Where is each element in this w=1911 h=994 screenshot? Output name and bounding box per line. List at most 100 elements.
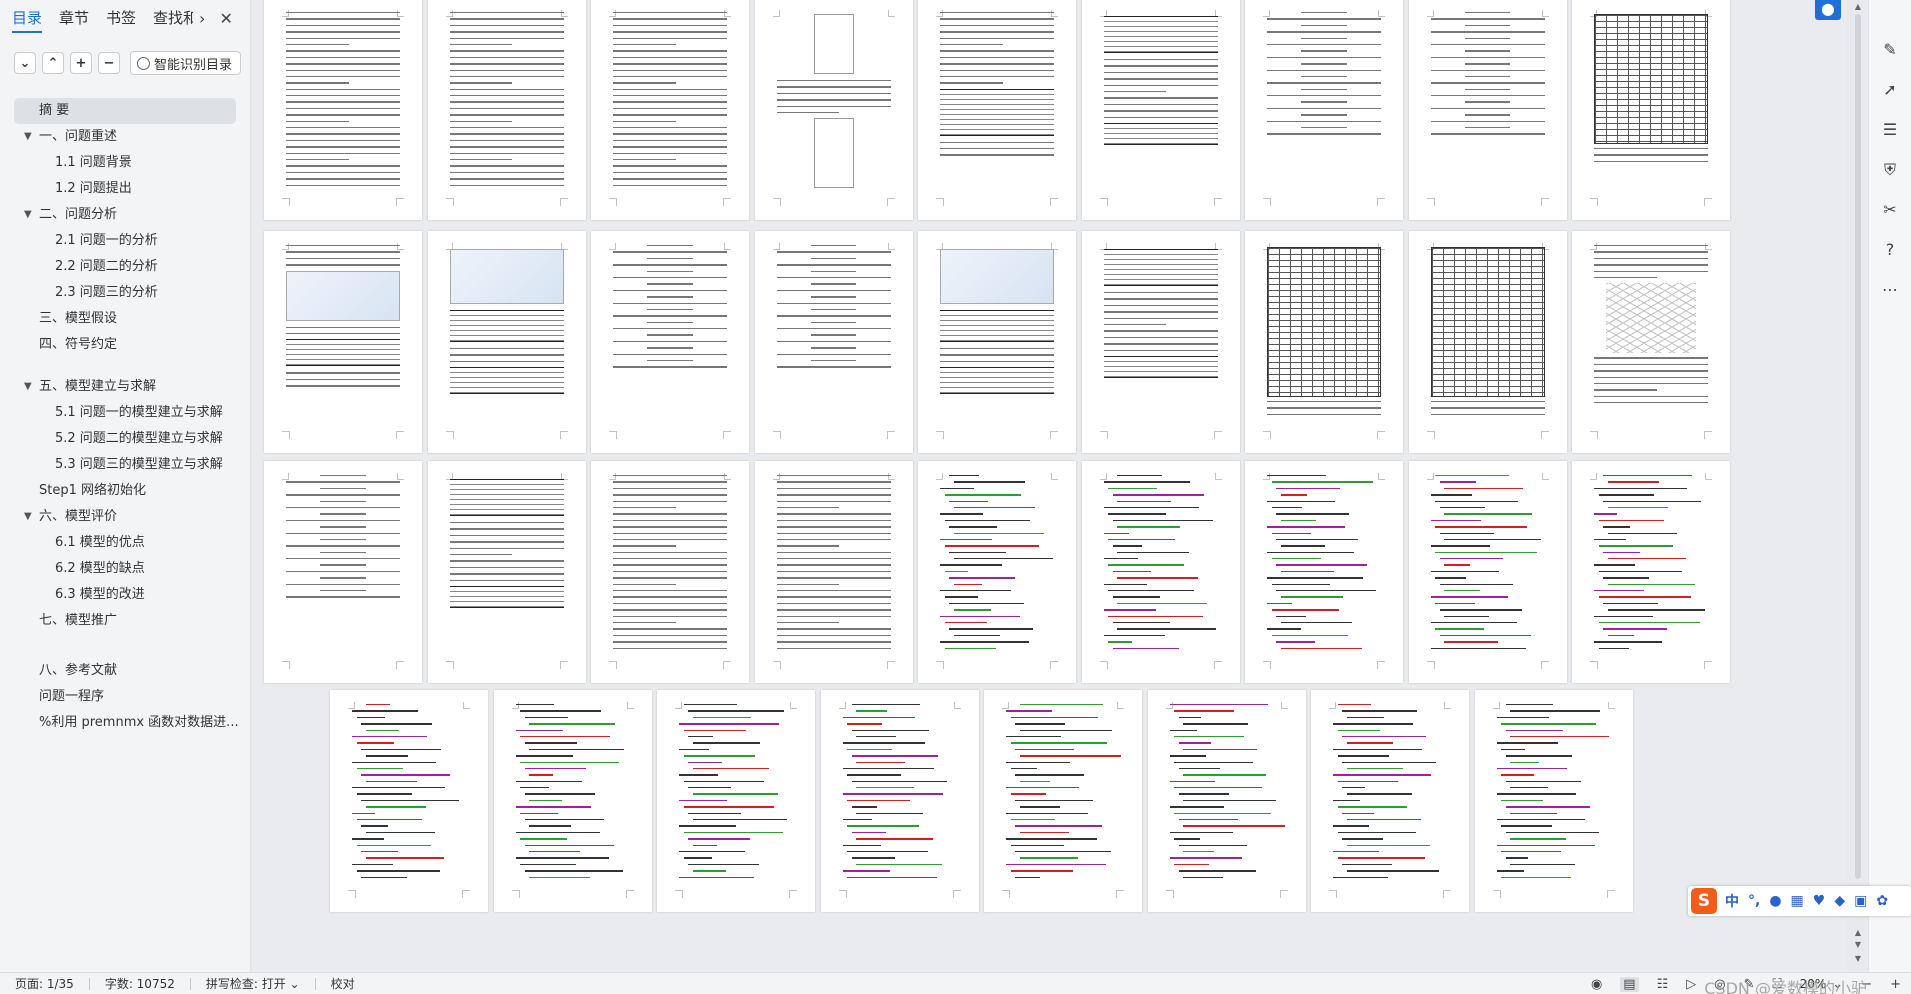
location-pin-icon[interactable]: ⬤ bbox=[1815, 0, 1841, 20]
plus-icon[interactable]: + bbox=[70, 52, 92, 74]
toc-item[interactable]: 5.3 问题三的模型建立与求解 bbox=[0, 452, 250, 478]
ime-lang-toggle[interactable]: 中 bbox=[1725, 891, 1739, 911]
page-thumbnail[interactable] bbox=[330, 690, 488, 912]
skin-icon[interactable]: ♥ bbox=[1813, 893, 1826, 909]
toc-item[interactable]: 三、模型假设 bbox=[0, 306, 250, 332]
page-view-icon[interactable]: ▤ bbox=[1620, 976, 1639, 992]
page-thumbnail[interactable] bbox=[1474, 690, 1633, 912]
toc-item[interactable]: 七、模型推广 bbox=[0, 608, 250, 634]
caret-down-icon[interactable]: ▼ bbox=[24, 202, 32, 228]
caret-down-icon[interactable]: ▼ bbox=[24, 504, 32, 530]
play-icon[interactable]: ▷ bbox=[1686, 977, 1696, 992]
document-canvas[interactable] bbox=[252, 0, 1847, 972]
scroll-down-icon[interactable]: ▼ bbox=[1852, 954, 1864, 963]
toc-item[interactable]: 问题一程序 bbox=[0, 684, 250, 710]
page-thumbnail[interactable] bbox=[591, 231, 749, 453]
proofread-button[interactable]: 校对 bbox=[331, 975, 355, 992]
ime-punct-toggle[interactable]: °, bbox=[1748, 893, 1760, 909]
page-thumbnail[interactable] bbox=[820, 690, 979, 912]
page-thumbnail[interactable] bbox=[591, 0, 749, 220]
scroll-up-icon[interactable]: ▲ bbox=[1852, 928, 1864, 937]
page-thumbnail[interactable] bbox=[1311, 690, 1469, 912]
zoom-in-icon[interactable]: + bbox=[1890, 977, 1901, 992]
settings-icon[interactable]: ✿ bbox=[1876, 893, 1888, 909]
page-thumbnail[interactable] bbox=[918, 231, 1076, 453]
page-thumbnail[interactable] bbox=[1081, 0, 1240, 220]
page-thumbnail[interactable] bbox=[427, 231, 586, 453]
page-thumbnail[interactable] bbox=[918, 0, 1076, 220]
page-thumbnail[interactable] bbox=[1572, 231, 1730, 453]
page-thumbnail[interactable] bbox=[264, 461, 422, 683]
page-thumbnail[interactable] bbox=[1081, 231, 1240, 453]
vertical-scrollbar[interactable]: ▲ ▲ ▼ ▼ bbox=[1852, 0, 1864, 972]
tab-find-replace[interactable]: 查找和 bbox=[153, 0, 193, 36]
page-thumbnail[interactable] bbox=[493, 690, 652, 912]
scrollbar-thumb[interactable] bbox=[1855, 14, 1861, 879]
keyboard-icon[interactable]: ▦ bbox=[1791, 893, 1804, 909]
scroll-down-icon[interactable]: ▼ bbox=[1852, 940, 1864, 949]
page-thumbnail[interactable] bbox=[1408, 0, 1567, 220]
sliders-icon[interactable]: ☰ bbox=[1880, 120, 1900, 140]
page-thumbnail[interactable] bbox=[1408, 231, 1567, 453]
pen-icon[interactable]: ✎ bbox=[1880, 40, 1900, 60]
toc-item[interactable]: Step1 网络初始化 bbox=[0, 478, 250, 504]
toc-item[interactable]: ▼ 二、问题分析 bbox=[0, 202, 250, 228]
minus-icon[interactable]: − bbox=[98, 52, 120, 74]
tab-chapters[interactable]: 章节 bbox=[59, 0, 89, 36]
tab-bookmarks[interactable]: 书签 bbox=[106, 0, 136, 36]
page-thumbnail[interactable] bbox=[1408, 461, 1567, 683]
toc-item[interactable]: ▼ 一、问题重述 bbox=[0, 124, 250, 150]
page-thumbnail[interactable] bbox=[754, 231, 913, 453]
chevron-up-icon[interactable]: ⌃ bbox=[42, 52, 64, 74]
smart-toc-button[interactable]: 智能识别目录 bbox=[130, 51, 242, 75]
page-thumbnail[interactable] bbox=[1245, 0, 1403, 220]
toc-item[interactable]: ▼ 六、模型评价 bbox=[0, 504, 250, 530]
page-thumbnail[interactable] bbox=[427, 0, 586, 220]
close-icon[interactable]: ✕ bbox=[219, 9, 232, 28]
page-thumbnail[interactable] bbox=[754, 461, 913, 683]
shield-icon[interactable]: ⛨ bbox=[1880, 160, 1900, 180]
toc-item[interactable]: 1.1 问题背景 bbox=[0, 150, 250, 176]
toc-item[interactable]: 摘 要 bbox=[14, 98, 236, 124]
page-thumbnail[interactable] bbox=[264, 231, 422, 453]
game-icon[interactable]: ◆ bbox=[1834, 893, 1845, 909]
tab-toc[interactable]: 目录 bbox=[12, 0, 43, 36]
caret-down-icon[interactable]: ▼ bbox=[24, 124, 32, 150]
caret-down-icon[interactable]: ▼ bbox=[24, 374, 32, 400]
ime-logo[interactable]: S bbox=[1691, 888, 1717, 914]
spell-check-toggle[interactable]: 拼写检查: 打开 ⌄ bbox=[206, 975, 300, 992]
page-indicator[interactable]: 页面: 1/35 bbox=[15, 975, 74, 992]
page-thumbnail[interactable] bbox=[264, 0, 422, 220]
toc-item[interactable]: 5.2 问题二的模型建立与求解 bbox=[0, 426, 250, 452]
toc-item[interactable]: 1.2 问题提出 bbox=[0, 176, 250, 202]
page-thumbnail[interactable] bbox=[1572, 0, 1730, 220]
tools-icon[interactable]: ✂ bbox=[1880, 200, 1900, 220]
page-thumbnail[interactable] bbox=[1572, 461, 1730, 683]
chevron-right-icon[interactable]: › bbox=[199, 9, 205, 28]
page-thumbnail[interactable] bbox=[754, 0, 913, 220]
eye-icon[interactable]: ◉ bbox=[1591, 977, 1602, 992]
microphone-icon[interactable]: ● bbox=[1769, 893, 1781, 909]
toc-item[interactable]: 八、参考文献 bbox=[0, 658, 250, 684]
page-thumbnail[interactable] bbox=[1147, 690, 1306, 912]
page-thumbnail[interactable] bbox=[984, 690, 1142, 912]
toc-item[interactable]: 6.1 模型的优点 bbox=[0, 530, 250, 556]
page-thumbnail[interactable] bbox=[1245, 461, 1403, 683]
page-thumbnail[interactable] bbox=[1081, 461, 1240, 683]
more-icon[interactable]: ⋯ bbox=[1880, 280, 1900, 300]
page-thumbnail[interactable] bbox=[591, 461, 749, 683]
apps-icon[interactable]: ▣ bbox=[1854, 893, 1867, 909]
toc-item[interactable]: %利用 premnmx 函数对数据进... bbox=[0, 710, 250, 736]
word-count[interactable]: 字数: 10752 bbox=[105, 975, 175, 992]
page-thumbnail[interactable] bbox=[657, 690, 815, 912]
select-arrow-icon[interactable]: ➚ bbox=[1880, 80, 1900, 100]
toc-item[interactable]: 2.2 问题二的分析 bbox=[0, 254, 250, 280]
page-thumbnail[interactable] bbox=[918, 461, 1076, 683]
scroll-up-icon[interactable]: ▲ bbox=[1852, 2, 1864, 11]
toc-item[interactable]: 四、符号约定 bbox=[0, 332, 250, 358]
toc-item[interactable]: ▼ 五、模型建立与求解 bbox=[0, 374, 250, 400]
toc-item[interactable]: 6.2 模型的缺点 bbox=[0, 556, 250, 582]
page-thumbnail[interactable] bbox=[427, 461, 586, 683]
chevron-down-icon[interactable]: ⌄ bbox=[14, 52, 36, 74]
toc-item[interactable]: 2.1 问题一的分析 bbox=[0, 228, 250, 254]
